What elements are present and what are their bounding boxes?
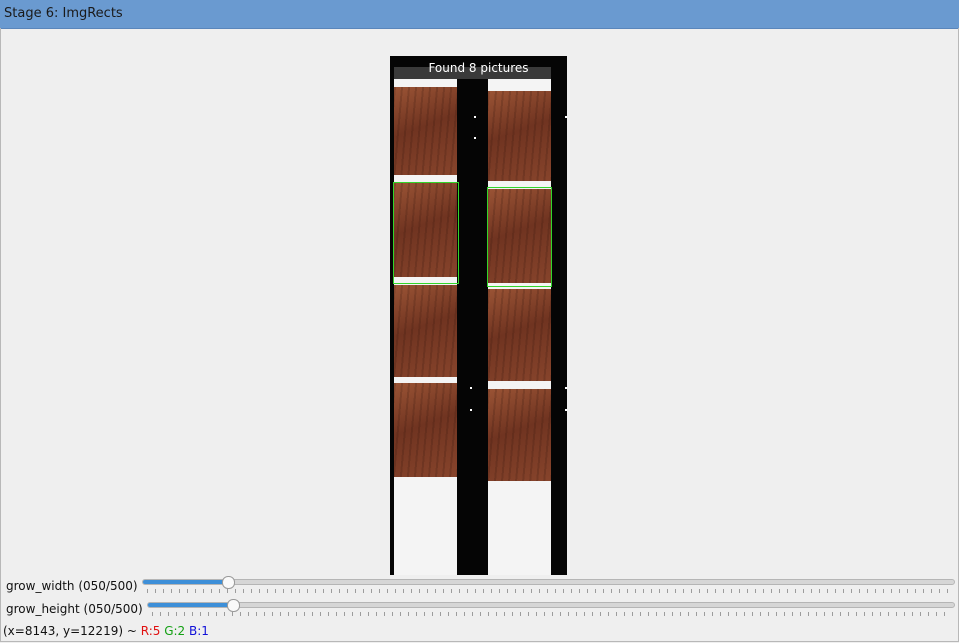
title-bar[interactable]: Stage 6: ImgRects xyxy=(0,0,959,29)
grow-height-ticks xyxy=(152,612,951,616)
picture-frame xyxy=(488,91,551,181)
film-strip-right xyxy=(488,79,551,575)
noise-dot xyxy=(565,409,567,411)
grow-width-label: grow_width (050/500) xyxy=(6,579,138,593)
selection-rect xyxy=(393,182,459,284)
grow-width-fill xyxy=(143,580,228,584)
grow-width-ticks xyxy=(147,589,951,593)
image-canvas[interactable]: Found 8 pictures xyxy=(390,56,567,575)
picture-frame xyxy=(488,389,551,481)
red-value: R:5 xyxy=(140,624,161,638)
blue-value: B:1 xyxy=(189,624,209,638)
grow-width-slider[interactable] xyxy=(142,576,955,589)
grow-height-handle[interactable] xyxy=(227,599,240,612)
found-pictures-caption: Found 8 pictures xyxy=(428,61,529,75)
green-value: G:2 xyxy=(164,624,186,638)
picture-frame xyxy=(394,285,457,377)
film-strip-left xyxy=(394,79,457,575)
status-bar: (x=8143, y=12219) ~ R:5 G:2 B:1 xyxy=(3,624,209,638)
cursor-coords: (x=8143, y=12219) ~ xyxy=(3,624,137,638)
grow-height-label: grow_height (050/500) xyxy=(6,602,143,616)
noise-dot xyxy=(565,387,567,389)
picture-frame xyxy=(394,87,457,175)
window-title: Stage 6: ImgRects xyxy=(4,6,123,21)
selection-rect xyxy=(487,187,552,287)
grow-height-row: grow_height (050/500) xyxy=(0,599,959,624)
noise-dot xyxy=(474,116,476,118)
grow-height-fill xyxy=(148,603,233,607)
grow-width-handle[interactable] xyxy=(222,576,235,589)
noise-dot xyxy=(565,116,567,118)
noise-dot xyxy=(470,409,472,411)
picture-frame xyxy=(394,383,457,477)
noise-dot xyxy=(470,387,472,389)
noise-dot xyxy=(474,137,476,139)
grow-width-row: grow_width (050/500) xyxy=(0,576,959,601)
picture-frame xyxy=(488,289,551,381)
grow-height-slider[interactable] xyxy=(147,599,955,612)
